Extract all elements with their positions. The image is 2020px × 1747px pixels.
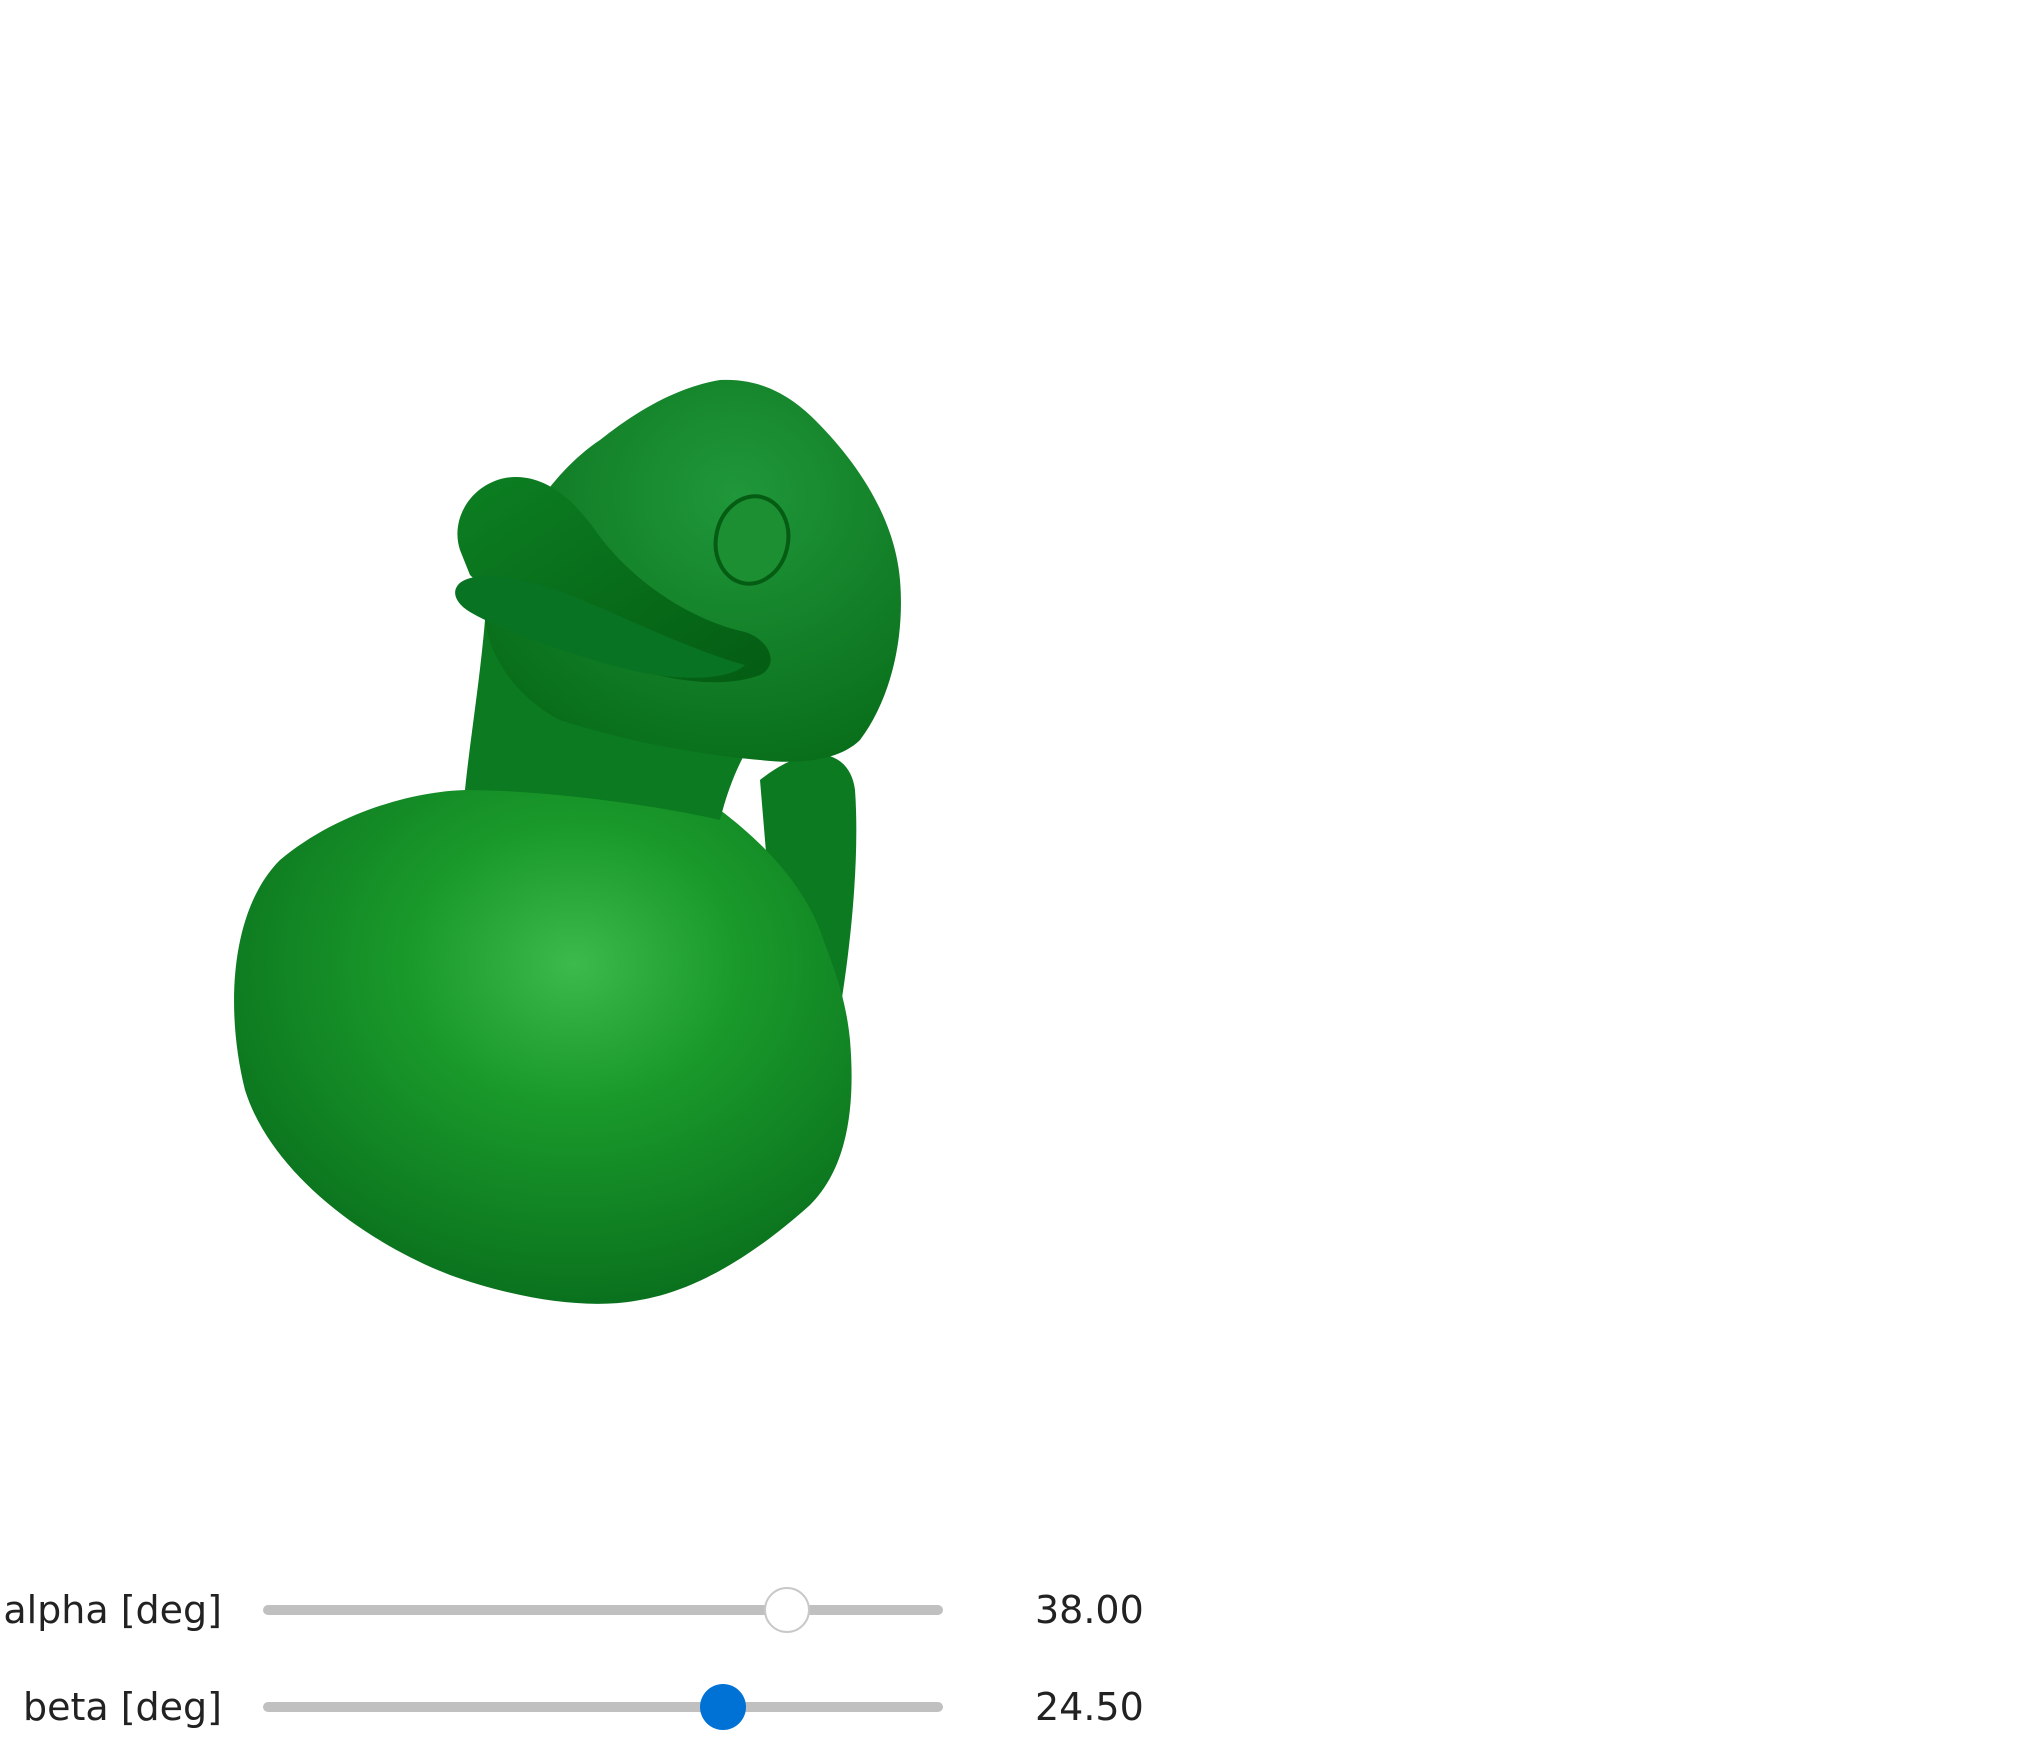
3d-viewport[interactable] [0, 0, 2020, 1560]
beta-slider-row: beta [deg] 24.50 [0, 1667, 1200, 1747]
duck-body [234, 781, 852, 1304]
alpha-value: 38.00 [1035, 1588, 1144, 1632]
beta-slider-track[interactable] [263, 1684, 943, 1730]
beta-value: 24.50 [1035, 1685, 1144, 1729]
alpha-label: alpha [deg] [3, 1588, 222, 1632]
duck-model [234, 379, 901, 1304]
alpha-slider-thumb[interactable] [763, 1587, 810, 1633]
alpha-slider-track[interactable] [263, 1587, 943, 1633]
beta-slider-thumb[interactable] [699, 1684, 746, 1730]
beta-label: beta [deg] [22, 1685, 222, 1729]
alpha-slider-row: alpha [deg] 38.00 [0, 1570, 1200, 1650]
